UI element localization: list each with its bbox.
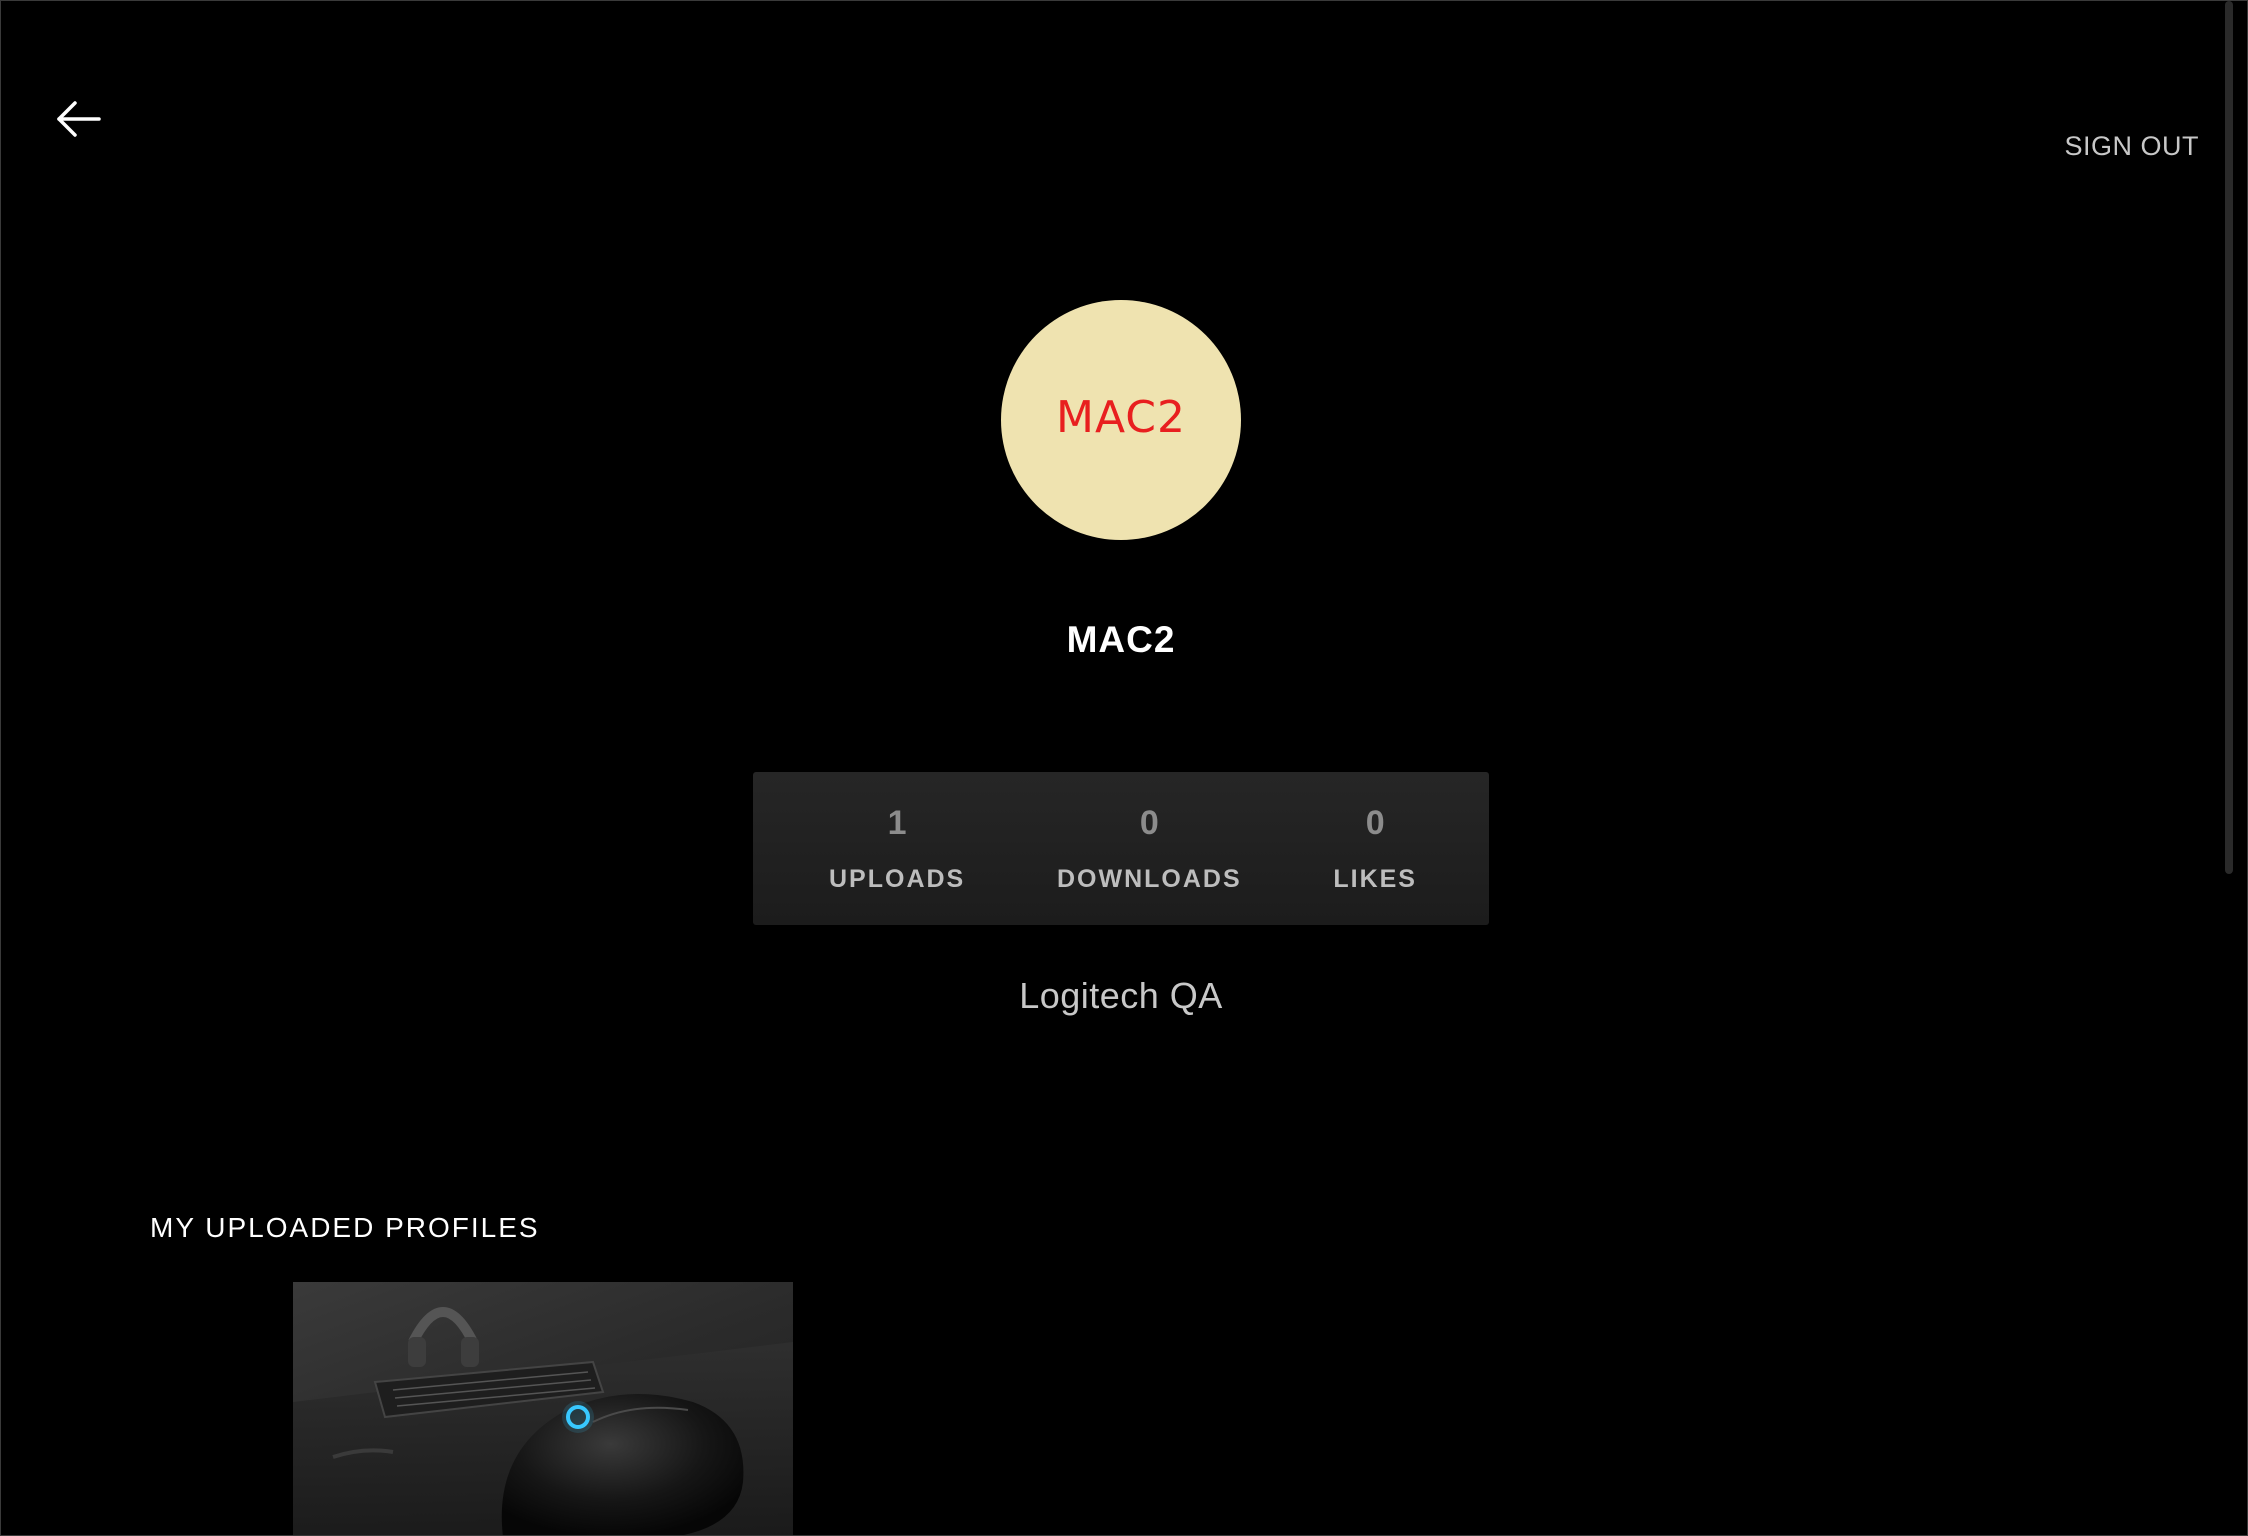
stat-label: LIKES — [1333, 864, 1417, 893]
avatar-initials: MAC2 — [1055, 391, 1186, 443]
stats-panel: 1 UPLOADS 0 DOWNLOADS 0 LIKES — [753, 772, 1489, 925]
affiliation: Logitech QA — [1019, 975, 1223, 1016]
app-window: SIGN OUT MAC2 MAC2 1 UPLOADS 0 DOWNLOADS… — [0, 0, 2248, 1536]
username: MAC2 — [1066, 619, 1176, 660]
vertical-scrollbar[interactable] — [2225, 1, 2233, 874]
stat-likes: 0 LIKES — [1333, 804, 1417, 894]
stat-label: UPLOADS — [829, 864, 966, 893]
sign-out-button[interactable]: SIGN OUT — [2064, 131, 2199, 162]
stat-value: 0 — [1139, 803, 1159, 842]
avatar[interactable]: MAC2 — [1001, 300, 1241, 540]
stat-downloads: 0 DOWNLOADS — [1057, 804, 1242, 894]
stat-value: 0 — [1365, 803, 1385, 842]
back-button[interactable] — [53, 97, 105, 141]
stat-label: DOWNLOADS — [1056, 864, 1242, 893]
uploaded-profile-card[interactable] — [293, 1282, 793, 1535]
stat-uploads: 1 UPLOADS — [829, 804, 965, 894]
stat-value: 1 — [887, 803, 907, 842]
section-title-uploaded-profiles: MY UPLOADED PROFILES — [150, 1212, 540, 1243]
profile-thumbnail-image — [293, 1307, 793, 1535]
arrow-left-icon — [53, 97, 105, 141]
